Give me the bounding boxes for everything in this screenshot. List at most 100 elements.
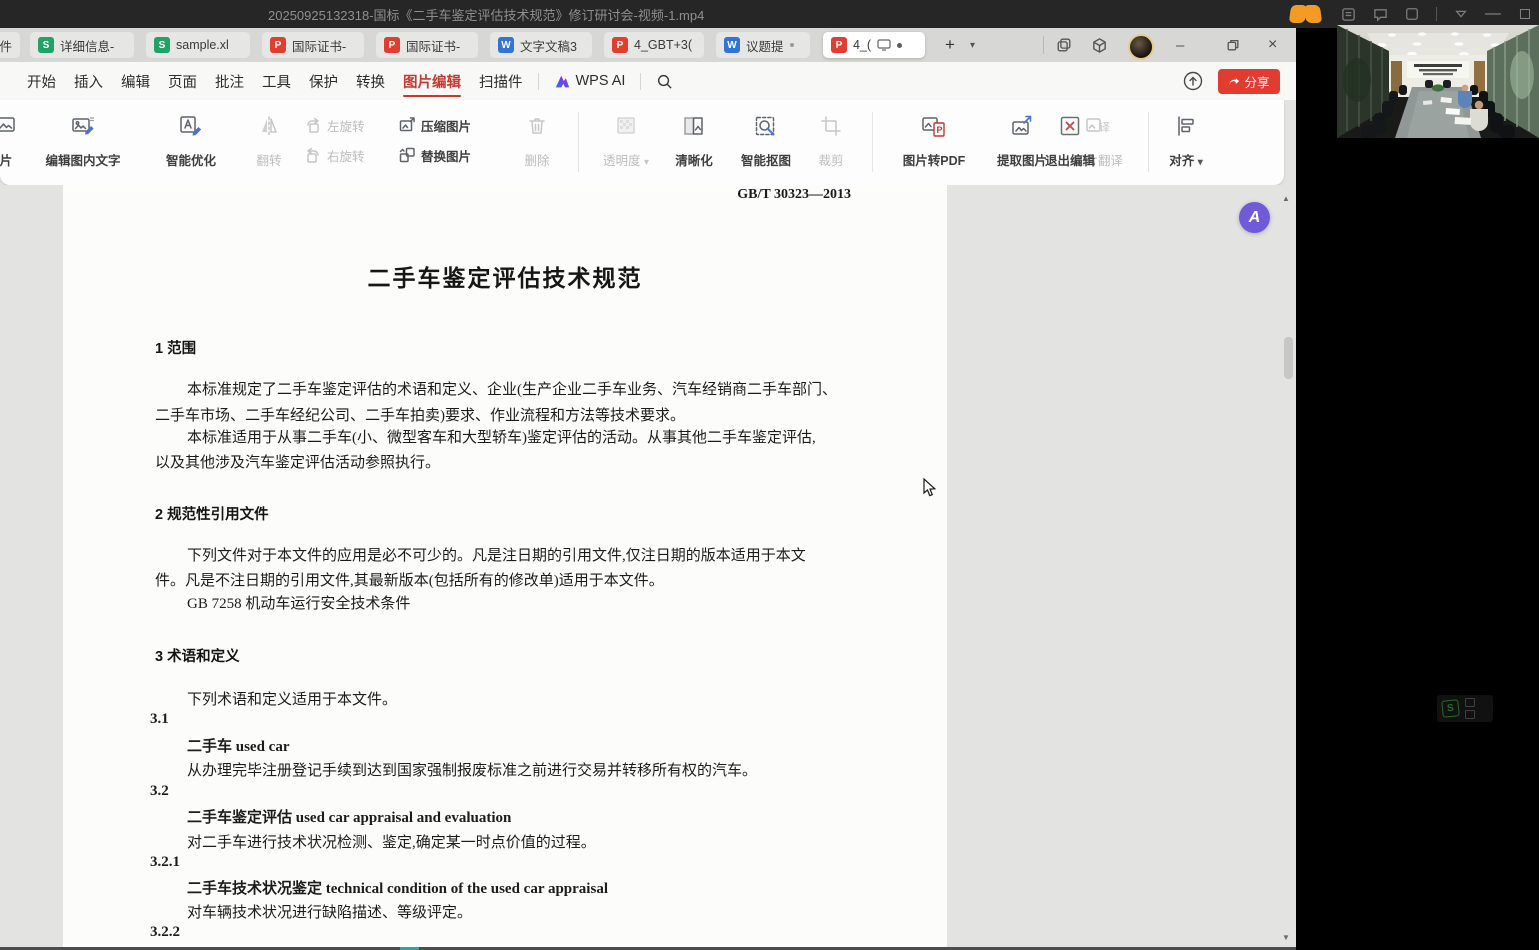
wps-ai-floating-button[interactable]: A: [1239, 202, 1270, 233]
body-line: 下列术语和定义适用于本文件。: [187, 688, 397, 709]
menu-comment[interactable]: 批注: [206, 62, 253, 100]
minimize-button[interactable]: –: [1176, 28, 1184, 62]
ribbon-bar: 开始 插入 编辑 页面 批注 工具 保护 转换 图片编辑 扫描件: [0, 62, 1296, 100]
exit-edit-button[interactable]: 退出编辑: [1032, 114, 1108, 169]
document-viewport[interactable]: GB/T 30323—2013 二手车鉴定评估技术规范 1 范围 本标准规定了二…: [0, 185, 1296, 950]
menu-scan[interactable]: 扫描件: [470, 62, 532, 100]
smart-optimize-button[interactable]: 智能优化: [148, 114, 234, 169]
window-icon[interactable]: [1404, 6, 1420, 22]
player-maximize-icon[interactable]: [1517, 6, 1533, 22]
clarify-button[interactable]: 清晰化: [664, 114, 724, 169]
scrollbar-up-arrow[interactable]: ▲: [1282, 194, 1290, 203]
video-filename: 20250925132318-国标《二手车鉴定评估技术规范》修订研讨会-视频-1…: [268, 5, 704, 24]
tab-xiangxixinxi[interactable]: S 详细信息-: [30, 32, 134, 58]
transparency-button[interactable]: 透明度 ▾: [592, 114, 660, 169]
smart-cutout-button[interactable]: 智能抠图: [728, 114, 804, 169]
mouse-cursor: [922, 478, 938, 503]
menu-picture-edit[interactable]: 图片编辑: [394, 62, 470, 100]
compress-image-button[interactable]: 压缩图片: [398, 110, 471, 140]
body-line: 本标准适用于从事二手车(小、微型客车和大型轿车)鉴定评估的活动。从事其他二手车鉴…: [187, 426, 816, 447]
menu-tools[interactable]: 工具: [253, 62, 300, 100]
scrollbar-down-arrow[interactable]: ▼: [1282, 933, 1290, 942]
webcam-feed[interactable]: [1337, 25, 1539, 138]
pdf-page: GB/T 30323—2013 二手车鉴定评估技术规范 1 范围 本标准规定了二…: [63, 185, 947, 950]
toolbar-divider: [578, 112, 579, 172]
crop-button[interactable]: 裁剪: [808, 114, 854, 169]
dropdown-triangle-icon[interactable]: [1453, 6, 1469, 22]
menu-start[interactable]: 开始: [18, 62, 65, 100]
tab-wenzidocument3[interactable]: W 文字文稿3: [490, 32, 592, 58]
player-minimize-icon[interactable]: —: [1485, 6, 1501, 22]
pdf-file-icon: P: [384, 37, 400, 53]
share-icon: [1228, 76, 1240, 88]
duplicate-window-button[interactable]: [1056, 28, 1072, 62]
spreadsheet-file-icon: S: [154, 37, 170, 53]
section-1-heading: 1 范围: [155, 337, 196, 358]
definition-line: 从办理完毕注册登记手续到达到国家强制报废标准之前进行交易并转移所有权的汽车。: [187, 759, 757, 780]
video-player-titlebar: 20250925132318-国标《二手车鉴定评估技术规范》修订研讨会-视频-1…: [0, 0, 1539, 28]
delete-button[interactable]: 删除: [512, 114, 562, 169]
tab-sample[interactable]: S sample.xl: [146, 32, 250, 58]
tab-active-4gbt[interactable]: P 4_(: [823, 32, 925, 58]
reference-line: GB 7258 机动车运行安全技术条件: [187, 592, 410, 613]
definition-line: 对二手车进行技术状况检测、鉴定,确定某一时点价值的过程。: [187, 831, 596, 852]
player-app-logo-icon[interactable]: [1290, 5, 1324, 23]
new-tab-button[interactable]: +: [945, 35, 955, 55]
image-to-pdf-button[interactable]: P 图片转PDF: [888, 114, 980, 169]
tab-partial-left[interactable]: 件: [0, 32, 20, 58]
share-button[interactable]: 分享: [1218, 69, 1280, 94]
clause-number: 3.1: [150, 711, 169, 728]
recorder-watermark[interactable]: S: [1437, 695, 1493, 722]
tab-yitit[interactable]: W 议题提: [716, 32, 810, 58]
workspace-cube-button[interactable]: [1091, 28, 1108, 62]
menu-convert[interactable]: 转换: [347, 62, 394, 100]
unsaved-dot: [897, 43, 902, 48]
image-ops-group: 压缩图片 替换图片: [398, 110, 471, 170]
term-line: 二手车技术状况鉴定 technical condition of the use…: [187, 877, 608, 898]
document-title: 二手车鉴定评估技术规范: [63, 259, 947, 293]
pdf-file-icon: P: [612, 37, 628, 53]
term-line: 二手车鉴定评估 used car appraisal and evaluatio…: [187, 806, 511, 827]
presenting-monitor-icon: [877, 39, 891, 51]
flip-button[interactable]: 翻转: [242, 114, 296, 169]
clause-number: 3.2.1: [150, 854, 180, 871]
notes-icon[interactable]: [1340, 6, 1356, 22]
svg-text:P: P: [937, 125, 943, 135]
watermark-logo-icon: S: [1441, 699, 1460, 718]
restore-button[interactable]: [1226, 28, 1240, 62]
clause-number: 3.2: [150, 783, 169, 800]
watermark-mini-icon: [1465, 710, 1475, 719]
tab-guojizhengshu-2[interactable]: P 国际证书-: [376, 32, 478, 58]
search-button[interactable]: [647, 62, 682, 100]
section-2-heading: 2 规范性引用文件: [155, 503, 269, 524]
upload-cloud-button[interactable]: [1182, 70, 1204, 92]
tabbar-divider: [1043, 36, 1044, 54]
menu-edit[interactable]: 编辑: [112, 62, 159, 100]
body-line: 本标准规定了二手车鉴定评估的术语和定义、企业(生产企业二手车业务、汽车经销商二手…: [187, 378, 837, 399]
user-avatar[interactable]: [1128, 34, 1154, 60]
wps-ai-button[interactable]: WPS AI: [545, 62, 635, 100]
tab-guojizhengshu-1[interactable]: P 国际证书-: [262, 32, 364, 58]
menu-insert[interactable]: 插入: [65, 62, 112, 100]
topbar-divider: [1436, 7, 1437, 21]
ribbon-divider: [640, 73, 641, 90]
tab-4gbt[interactable]: P 4_GBT+3(: [604, 32, 704, 58]
rotate-right-button[interactable]: 右旋转: [304, 140, 365, 170]
wps-window: 件 S 详细信息- S sample.xl P 国际证书- P 国际证书- W …: [0, 28, 1296, 950]
edit-text-in-image-button[interactable]: 编辑图内文字: [26, 114, 140, 169]
chat-bubble-icon[interactable]: [1372, 6, 1388, 22]
menu-page[interactable]: 页面: [159, 62, 206, 100]
close-button[interactable]: ×: [1268, 28, 1277, 62]
section-3-heading: 3 术语和定义: [155, 645, 240, 666]
tab-list-chevron-icon[interactable]: ▾: [970, 40, 975, 51]
align-button[interactable]: 对齐 ▾: [1158, 114, 1214, 169]
document-tab-strip: 件 S 详细信息- S sample.xl P 国际证书- P 国际证书- W …: [0, 28, 1296, 62]
word-file-icon: W: [498, 37, 514, 53]
screen: 20250925132318-国标《二手车鉴定评估技术规范》修订研讨会-视频-1…: [0, 0, 1539, 950]
scrollbar-thumb[interactable]: [1284, 337, 1293, 379]
replace-image-button[interactable]: 替换图片: [398, 140, 471, 170]
menu-protect[interactable]: 保护: [300, 62, 347, 100]
search-icon: [656, 73, 673, 90]
toolbar-partial-button[interactable]: 片: [0, 114, 28, 169]
rotate-left-button[interactable]: 左旋转: [304, 110, 365, 140]
